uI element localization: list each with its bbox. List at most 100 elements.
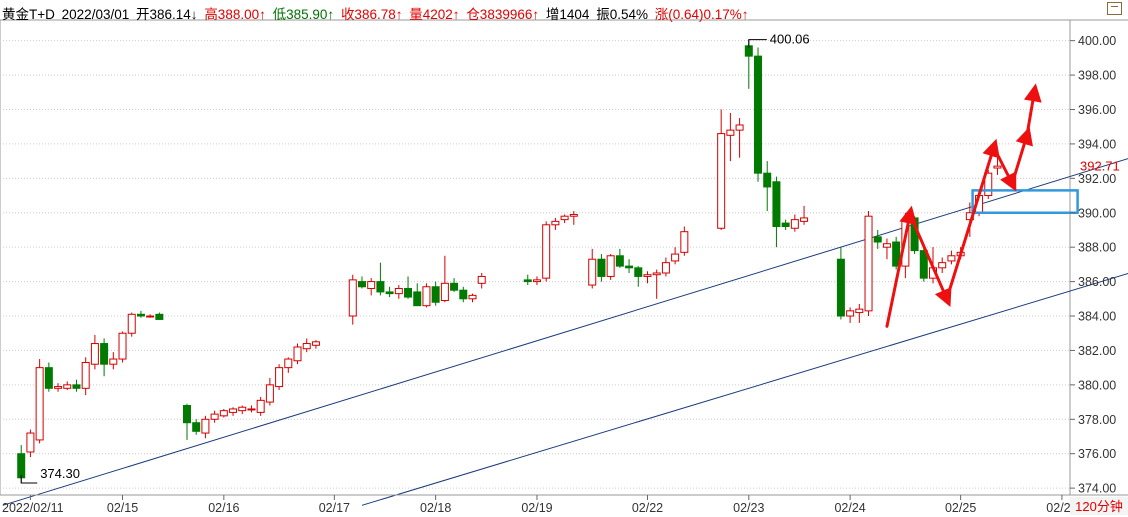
date-tick-label: 02/15 [107, 501, 138, 515]
candle-body [532, 279, 541, 283]
candle-body [72, 384, 81, 389]
candle [763, 161, 772, 212]
candle [450, 278, 459, 292]
candle-body [155, 313, 164, 320]
price-tick-label: 386.00 [1078, 275, 1116, 289]
candle [625, 259, 634, 273]
candle [413, 283, 422, 307]
candle [523, 274, 532, 286]
candle-body [302, 343, 311, 350]
amplitude: 振0.54% [596, 7, 648, 22]
window-toggle-icon[interactable] [1107, 2, 1122, 15]
candle-body [118, 332, 127, 360]
open-interest: 仓3839966↑ [466, 7, 540, 22]
candle-body [735, 124, 744, 131]
candle [440, 255, 449, 303]
candle [882, 238, 891, 260]
high-price: 高388.00↑ [204, 7, 266, 22]
candle-body [284, 358, 293, 369]
candle [293, 343, 302, 365]
candle-body [606, 255, 615, 277]
candle-body [367, 281, 376, 289]
candle [726, 112, 735, 162]
candle-body [440, 282, 449, 302]
date-tick-label: 02/18 [420, 501, 451, 515]
candle [542, 221, 551, 282]
price-tick-label: 400.00 [1078, 34, 1116, 48]
candle-body [109, 358, 118, 365]
candle [680, 226, 689, 256]
candle-body [238, 406, 247, 412]
candle [836, 247, 845, 320]
price-change: 涨(0.64)0.17%↑ [654, 7, 749, 22]
candle [800, 205, 809, 225]
candle [735, 118, 744, 158]
candle-body [938, 262, 947, 269]
candle [247, 405, 256, 413]
candle-body [90, 343, 99, 365]
candle [201, 415, 210, 439]
candle [459, 286, 468, 303]
candle [311, 340, 320, 349]
candle [532, 276, 541, 286]
candle-body [293, 346, 302, 362]
date-tick-label: 02/25 [945, 501, 976, 515]
candle [431, 281, 440, 306]
candle-body [247, 408, 256, 411]
trend-arrow [945, 138, 1000, 301]
candle-body [873, 236, 882, 243]
candle-body [229, 408, 238, 413]
candle-body [404, 287, 413, 298]
candle-body [376, 281, 385, 293]
candle [256, 396, 265, 416]
candle-body [790, 219, 799, 229]
candle [127, 312, 136, 337]
candle [790, 214, 799, 232]
interest-increase: 增1404 [545, 7, 590, 22]
candle-body [523, 279, 532, 283]
price-axis: 374.00 376.00 378.00 380.00 382.00 384.00 386.… [1070, 34, 1116, 496]
candle-body [219, 410, 228, 417]
candle-body [54, 386, 63, 389]
candle-body [17, 453, 26, 479]
candle-body [597, 258, 606, 277]
candlestick-chart[interactable]: 400.06374.30392.71 374.00376.00378.00380… [0, 0, 1128, 517]
candle-body [265, 384, 274, 403]
candle-body [680, 231, 689, 253]
candle [634, 266, 643, 287]
price-tick-label: 382.00 [1078, 344, 1116, 358]
date-tick-label: 02/19 [521, 501, 552, 515]
candle-body [993, 165, 1002, 169]
candle-body [864, 215, 873, 312]
date-tick-label: 02/16 [208, 501, 239, 515]
candle [109, 352, 118, 370]
candle-body [256, 399, 265, 413]
candle [367, 278, 376, 296]
trend-channel [2, 158, 1128, 506]
candle [394, 285, 403, 299]
candle-body [947, 255, 956, 262]
candle [781, 219, 790, 230]
candle-body [44, 367, 53, 389]
candle-body [26, 432, 35, 453]
candle-body [210, 413, 219, 420]
candle [357, 276, 366, 289]
candle-body [348, 279, 357, 317]
candle [588, 248, 597, 289]
candle [210, 410, 219, 423]
candle-body [643, 274, 652, 277]
candle [717, 109, 726, 230]
low-label: 374.30 [40, 466, 80, 481]
candle-body [800, 217, 809, 222]
candle-body [551, 220, 560, 226]
candle [284, 357, 293, 373]
candle [560, 214, 569, 224]
candle [661, 257, 670, 277]
channel-line [361, 272, 1128, 506]
candle [422, 283, 431, 308]
price-tick-label: 384.00 [1078, 310, 1116, 324]
candle-body [459, 289, 468, 300]
date-tick-label: 02/22 [632, 501, 663, 515]
candle [615, 248, 624, 268]
candle-body [201, 418, 210, 434]
